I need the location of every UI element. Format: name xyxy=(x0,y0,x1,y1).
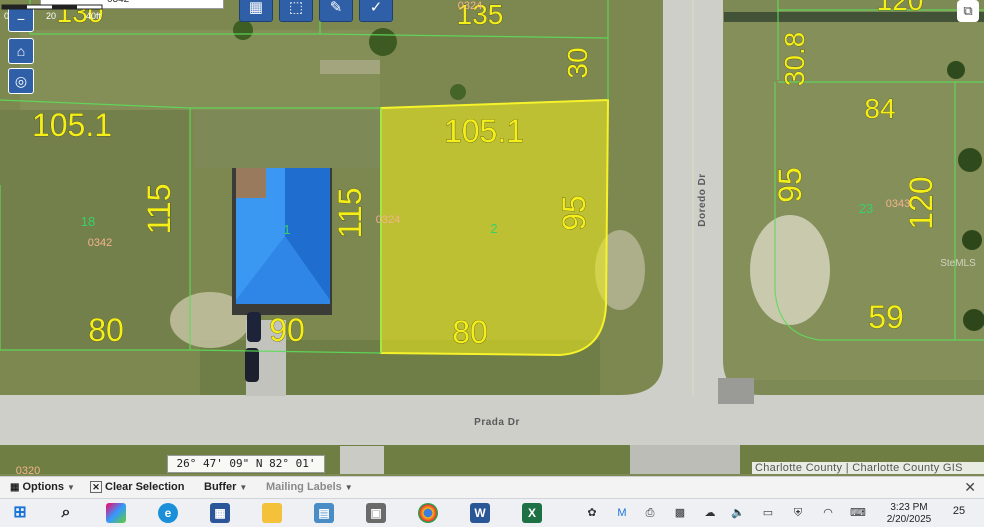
file-explorer-icon[interactable] xyxy=(262,503,282,523)
options-icon: ▦ xyxy=(10,481,20,493)
parcel-account: 0320 xyxy=(16,465,40,474)
select-icon[interactable]: ⬚ xyxy=(279,0,313,22)
mailing-labels-label: Mailing Labels xyxy=(266,481,342,493)
scale-zero: 0 xyxy=(4,11,9,20)
clear-selection-label: Clear Selection xyxy=(105,481,185,493)
dim-label: 95 xyxy=(772,167,808,203)
watermark: SteMLS xyxy=(940,258,976,269)
dim-label: 59 xyxy=(868,299,904,335)
search-box-text: 0342 xyxy=(107,0,129,5)
excel-icon[interactable]: X xyxy=(522,503,542,523)
chrome-icon[interactable] xyxy=(418,503,438,523)
tray-app-icon[interactable]: ▩ xyxy=(672,505,688,521)
parcel-number: 23 xyxy=(859,201,873,216)
tray-copilot-icon[interactable]: ✿ xyxy=(584,505,600,521)
clear-selection-button[interactable]: ✕ Clear Selection xyxy=(90,481,184,493)
mailing-labels-menu[interactable]: Mailing Labels ▼ xyxy=(266,481,353,493)
notification-badge[interactable]: 25 xyxy=(950,505,968,521)
copilot-icon[interactable] xyxy=(106,503,126,523)
tray-m-icon[interactable]: M xyxy=(614,505,630,521)
chevron-down-icon: ▼ xyxy=(67,482,75,492)
scale-forty: 40ft xyxy=(86,11,102,20)
chevron-down-icon: ▼ xyxy=(239,482,248,492)
aerial-map: 130 135 120 30 30.8 84 105.1 105.1 115 1… xyxy=(0,0,984,474)
taskbar-clock[interactable]: 3:23 PM 2/20/2025 xyxy=(880,502,938,526)
edit-icon[interactable]: ✎ xyxy=(319,0,353,22)
buffer-menu[interactable]: Buffer ▼ xyxy=(204,481,247,493)
dim-label: 80 xyxy=(88,312,124,348)
app-icon[interactable]: ▤ xyxy=(314,503,334,523)
dim-label: 115 xyxy=(141,183,177,234)
dim-label: 30 xyxy=(562,47,593,78)
scale-bar: 0 20 40ft xyxy=(1,4,103,20)
map-view[interactable]: 130 135 120 30 30.8 84 105.1 105.1 115 1… xyxy=(0,0,984,474)
street-label-doredo: Doredo Dr xyxy=(697,173,708,226)
wifi-icon[interactable]: ◠ xyxy=(820,505,836,521)
clock-time: 3:23 PM xyxy=(890,502,928,513)
parcel-account: 0343 xyxy=(886,198,910,210)
cloud-icon[interactable]: ☁ xyxy=(702,505,718,521)
clock-date: 2/20/2025 xyxy=(886,514,932,525)
dim-label: 84 xyxy=(864,93,895,124)
parcel-account: 0324 xyxy=(376,214,400,226)
word-icon[interactable]: W xyxy=(470,503,490,523)
locate-icon[interactable]: ◎ xyxy=(8,68,34,94)
keyboard-icon[interactable]: ⌨ xyxy=(850,505,866,521)
app-icon-2[interactable]: ▣ xyxy=(366,503,386,523)
battery-icon[interactable]: ▭ xyxy=(760,505,776,521)
windows-taskbar: ⊞ ⌕ e ▦ ▤ ▣ W X ✿ M ⎙ ▩ ☁ 🔈 ▭ ⛨ ◠ ⌨ 3:23… xyxy=(0,498,984,527)
dim-label: 30.8 xyxy=(779,32,810,87)
options-label: Options xyxy=(22,481,65,493)
chevron-down-icon: ▼ xyxy=(344,482,353,492)
parcel-account: 0324 xyxy=(458,0,482,12)
dim-label: 80 xyxy=(452,314,488,350)
printer-icon[interactable]: ⎙ xyxy=(642,505,658,521)
parcel-account: 0342 xyxy=(88,237,112,249)
parcel-number: 2 xyxy=(490,221,497,236)
dim-label: 115 xyxy=(332,187,368,238)
check-icon[interactable]: ✓ xyxy=(359,0,393,22)
volume-icon[interactable]: 🔈 xyxy=(730,505,746,521)
options-menu[interactable]: ▦ Options ▼ xyxy=(10,481,75,493)
dim-label: 90 xyxy=(269,312,305,348)
panel-close-button[interactable]: ✕ xyxy=(964,479,976,496)
street-label-prada: Prada Dr xyxy=(474,417,520,428)
security-icon[interactable]: ⛨ xyxy=(790,505,806,521)
close-box-icon: ✕ xyxy=(90,481,102,493)
search-icon[interactable]: ⌕ xyxy=(56,503,76,523)
parcel-number: 1 xyxy=(283,222,290,237)
dim-label: 120 xyxy=(877,0,924,16)
dim-label: 105.1 xyxy=(32,107,112,143)
buffer-label: Buffer xyxy=(204,481,237,493)
layers-icon[interactable]: ⧉ xyxy=(957,0,979,22)
parcel-number: 18 xyxy=(81,214,95,229)
store-icon[interactable]: ▦ xyxy=(210,503,230,523)
home-icon[interactable]: ⌂ xyxy=(8,38,34,64)
edge-icon[interactable]: e xyxy=(158,503,178,523)
coordinate-readout: 26° 47' 09" N 82° 01' 32" W xyxy=(167,455,325,474)
dim-label: 95 xyxy=(556,195,592,231)
map-attribution: Charlotte County | Charlotte County GIS xyxy=(752,462,984,474)
grid-icon[interactable]: ▦ xyxy=(239,0,273,22)
dim-label: 105.1 xyxy=(444,113,524,149)
selection-panel-bar: ▦ Options ▼ ✕ Clear Selection Buffer ▼ M… xyxy=(0,476,984,499)
scale-twenty: 20 xyxy=(46,11,56,20)
windows-start-icon[interactable]: ⊞ xyxy=(10,503,30,523)
